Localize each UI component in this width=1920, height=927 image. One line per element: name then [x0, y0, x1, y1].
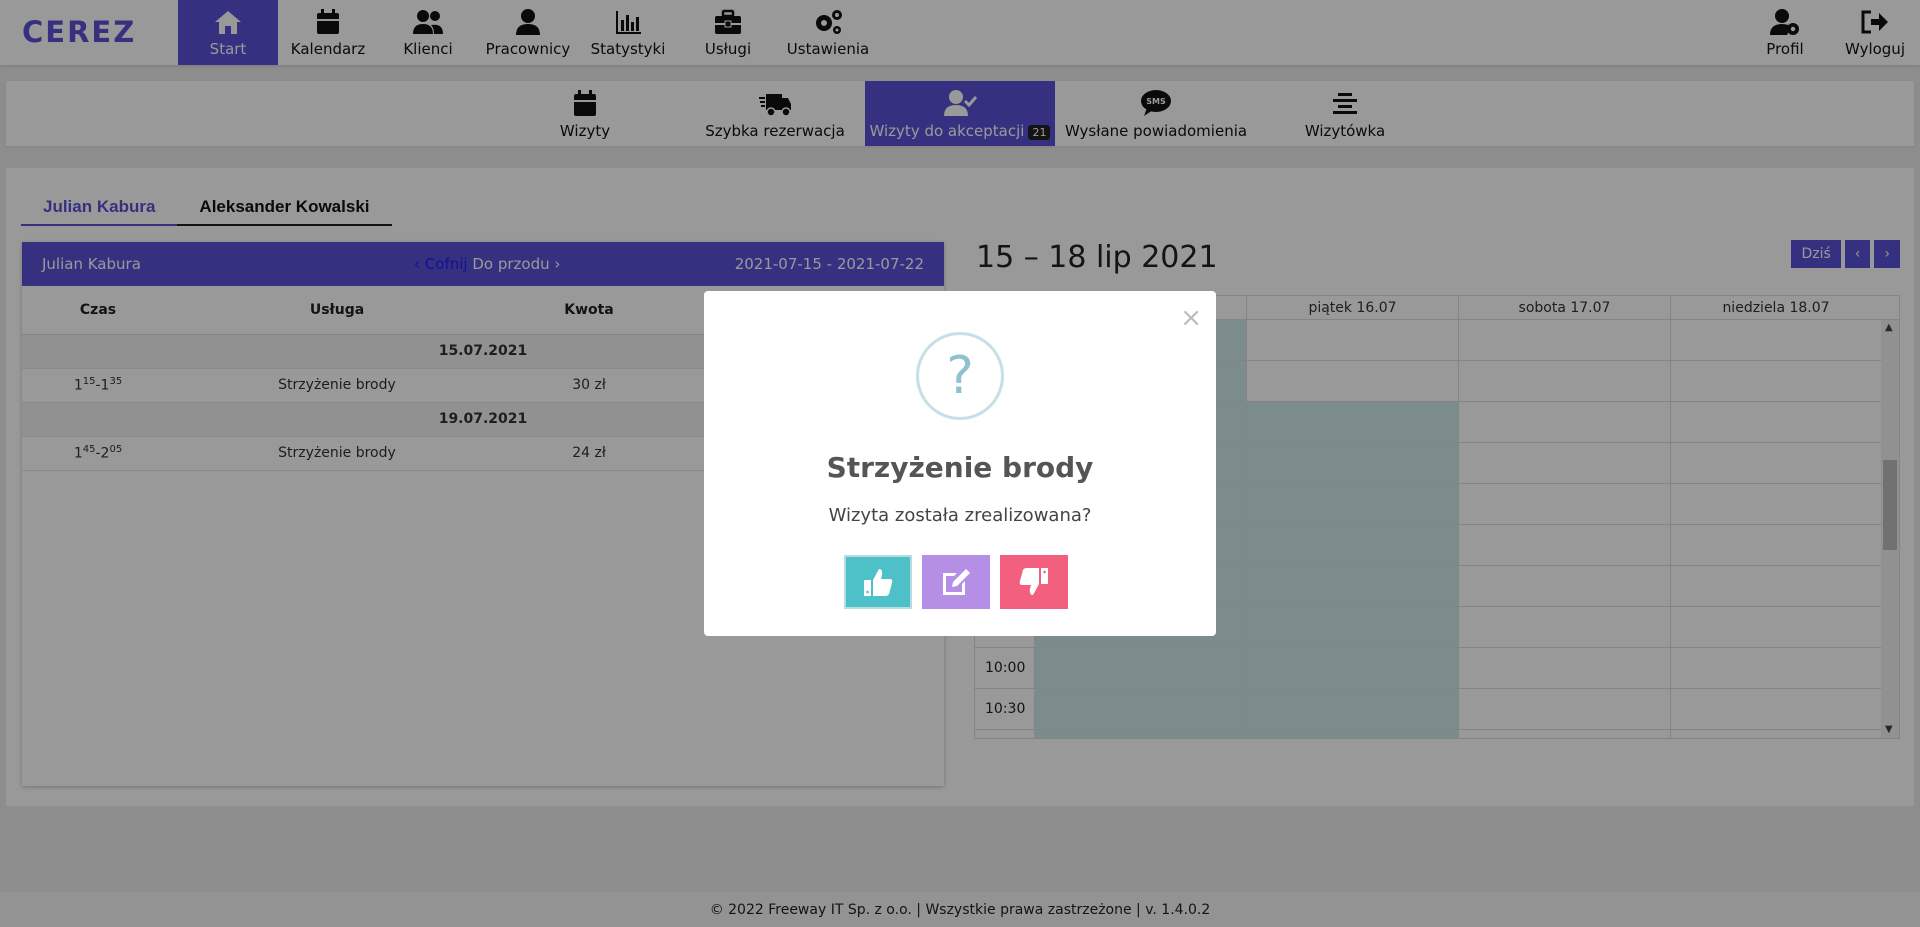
modal-title: Strzyżenie brody [826, 451, 1094, 484]
question-icon: ? [916, 332, 1004, 420]
close-icon[interactable]: × [1180, 303, 1202, 333]
edit-visit-button[interactable] [922, 555, 990, 609]
modal-actions [844, 555, 1068, 609]
edit-icon [943, 569, 970, 595]
modal-question: Wizyta została zrealizowana? [828, 505, 1092, 526]
reject-visit-button[interactable] [1000, 555, 1068, 609]
question-glyph: ? [946, 346, 974, 406]
confirm-visit-button[interactable] [844, 555, 912, 609]
visit-confirmation-modal: × ? Strzyżenie brody Wizyta została zrea… [704, 291, 1216, 636]
thumbs-up-icon [864, 569, 893, 596]
thumbs-down-icon [1019, 568, 1048, 595]
